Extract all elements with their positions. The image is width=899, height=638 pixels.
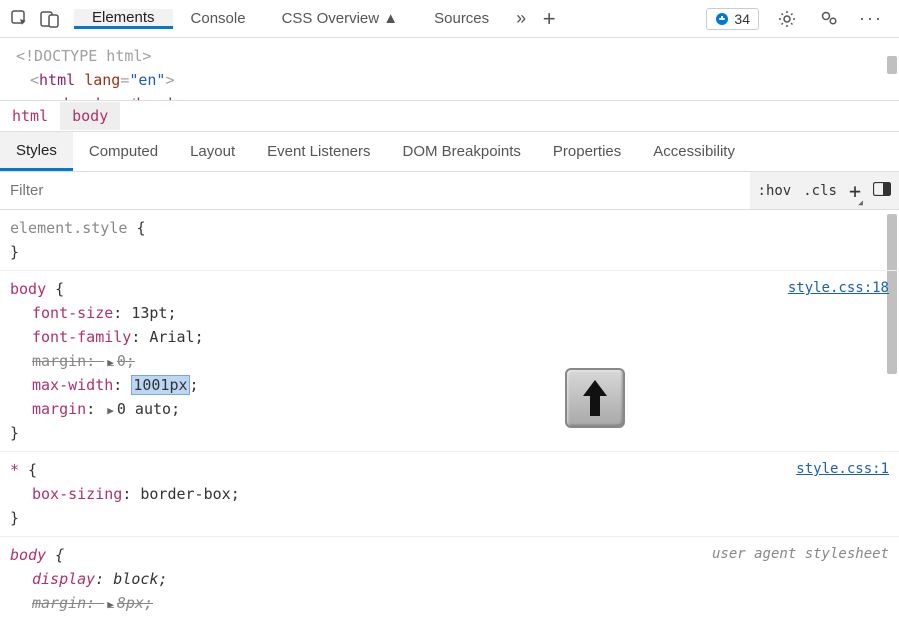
dom-scrollbar[interactable] bbox=[887, 56, 897, 74]
subtab-dom-breakpoints[interactable]: DOM Breakpoints bbox=[387, 132, 537, 171]
subtab-event-listeners[interactable]: Event Listeners bbox=[251, 132, 386, 171]
issues-badge[interactable]: 34 bbox=[706, 8, 759, 30]
up-arrow-key-icon bbox=[565, 368, 625, 428]
selector-star[interactable]: * bbox=[10, 461, 19, 479]
source-link-body1[interactable]: style.css:18 bbox=[788, 277, 889, 299]
new-style-rule-icon[interactable]: + bbox=[849, 179, 861, 203]
dom-html-tag[interactable]: <html lang="en"> bbox=[16, 68, 883, 92]
add-tab-icon[interactable]: + bbox=[535, 5, 563, 33]
devtools-tabs: Elements Console CSS Overview ▲ Sources … bbox=[74, 5, 563, 33]
cls-toggle[interactable]: .cls bbox=[803, 183, 837, 199]
inspect-element-icon[interactable] bbox=[6, 5, 34, 33]
more-tabs-icon[interactable]: » bbox=[507, 5, 535, 33]
feedback-icon[interactable] bbox=[815, 5, 843, 33]
settings-icon[interactable] bbox=[773, 5, 801, 33]
breadcrumb-body[interactable]: body bbox=[60, 102, 120, 130]
dom-head-tag[interactable]: ▶<head>⋯</head> bbox=[16, 92, 883, 100]
filter-bar: :hov .cls + bbox=[0, 172, 899, 210]
decl-margin-auto[interactable]: margin: ▶0 auto; bbox=[10, 397, 889, 421]
source-user-agent: user agent stylesheet bbox=[712, 543, 889, 565]
decl-box-sizing[interactable]: box-sizing: border-box; bbox=[10, 482, 889, 506]
tab-console[interactable]: Console bbox=[173, 10, 264, 27]
selector-body1[interactable]: body bbox=[10, 280, 46, 298]
rule-body-ua[interactable]: user agent stylesheet body { display: bl… bbox=[0, 537, 899, 620]
devtools-toolbar: Elements Console CSS Overview ▲ Sources … bbox=[0, 0, 899, 38]
decl-margin-overridden[interactable]: margin: ▶0; bbox=[10, 349, 889, 373]
subtab-accessibility[interactable]: Accessibility bbox=[637, 132, 751, 171]
issues-count: 34 bbox=[734, 11, 750, 27]
rule-star[interactable]: style.css:1 * { box-sizing: border-box; … bbox=[0, 452, 899, 537]
filter-input[interactable] bbox=[0, 172, 750, 209]
decl-margin-8px: margin: ▶8px; bbox=[10, 591, 889, 615]
selector-body-ua: body bbox=[10, 546, 46, 564]
tab-elements[interactable]: Elements bbox=[74, 9, 173, 29]
toolbar-left: Elements Console CSS Overview ▲ Sources … bbox=[6, 5, 563, 33]
selector-element-style[interactable]: element.style bbox=[10, 219, 127, 237]
decl-font-size[interactable]: font-size: 13pt; bbox=[10, 301, 889, 325]
decl-max-width[interactable]: max-width: 1001px; bbox=[10, 373, 889, 397]
tab-css-overview[interactable]: CSS Overview ▲ bbox=[264, 10, 417, 27]
dom-tree[interactable]: <!DOCTYPE html> <html lang="en"> ▶<head>… bbox=[0, 38, 899, 100]
breadcrumb: html body bbox=[0, 100, 899, 132]
rule-body-1[interactable]: style.css:18 body { font-size: 13pt; fon… bbox=[0, 271, 899, 452]
decl-font-family[interactable]: font-family: Arial; bbox=[10, 325, 889, 349]
source-link-star[interactable]: style.css:1 bbox=[796, 458, 889, 480]
toolbar-right: 34 ··· bbox=[706, 5, 893, 33]
subtab-properties[interactable]: Properties bbox=[537, 132, 637, 171]
device-emulation-icon[interactable] bbox=[36, 5, 64, 33]
dom-doctype[interactable]: <!DOCTYPE html> bbox=[16, 44, 883, 68]
styles-panel: element.style { } style.css:18 body { fo… bbox=[0, 210, 899, 620]
max-width-value-editing[interactable]: 1001px bbox=[131, 375, 189, 395]
subtab-styles[interactable]: Styles bbox=[0, 132, 73, 171]
filter-tools: :hov .cls + bbox=[750, 172, 899, 209]
styles-tabs: Styles Computed Layout Event Listeners D… bbox=[0, 132, 899, 172]
more-icon[interactable]: ··· bbox=[857, 5, 885, 33]
subtab-computed[interactable]: Computed bbox=[73, 132, 174, 171]
tab-sources[interactable]: Sources bbox=[416, 10, 507, 27]
hov-toggle[interactable]: :hov bbox=[758, 183, 792, 199]
breadcrumb-html[interactable]: html bbox=[0, 102, 60, 130]
decl-display-block: display: block; bbox=[10, 567, 889, 591]
computed-sidebar-icon[interactable] bbox=[873, 182, 891, 200]
subtab-layout[interactable]: Layout bbox=[174, 132, 251, 171]
rule-element-style[interactable]: element.style { } bbox=[0, 210, 899, 271]
